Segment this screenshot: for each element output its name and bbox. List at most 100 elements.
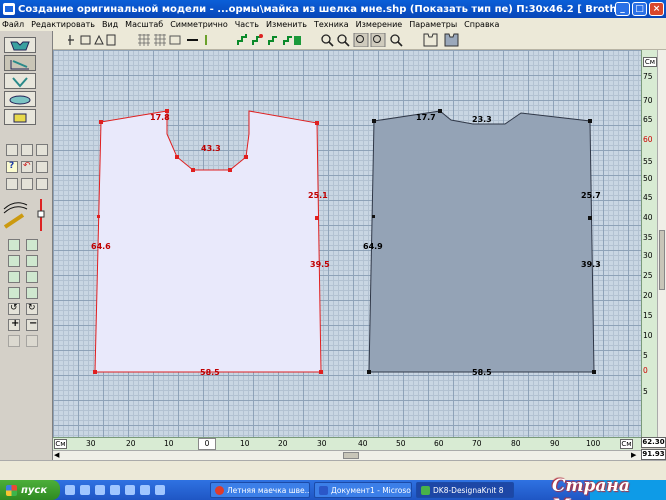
menu-file[interactable]: Файл — [2, 20, 24, 29]
horizontal-ruler[interactable]: См 30 20 10 0 10 20 30 40 50 60 70 80 90… — [53, 437, 641, 450]
shaping-icon — [10, 60, 29, 70]
start-button[interactable]: пуск — [0, 480, 60, 500]
quick-launch-icon[interactable] — [95, 485, 105, 495]
rotate-right-button[interactable]: ↻ — [26, 303, 38, 315]
menu-part[interactable]: Часть — [235, 20, 259, 29]
quick-launch-icon[interactable] — [155, 485, 165, 495]
contract-button[interactable] — [26, 287, 38, 299]
hruler-tick-30: 30 — [86, 439, 96, 448]
help-button[interactable]: ? — [6, 161, 18, 173]
menu-help[interactable]: Справка — [464, 20, 499, 29]
back-piece[interactable] — [368, 110, 595, 373]
tension-icon — [13, 113, 27, 123]
opera-icon — [215, 485, 224, 495]
flip-horizontal-button[interactable] — [26, 255, 38, 267]
redo-button[interactable] — [36, 161, 48, 173]
shaping-tools-icon[interactable] — [236, 33, 302, 47]
quick-launch-icon[interactable] — [110, 485, 120, 495]
back-armhole-label: 25.7 — [581, 191, 601, 200]
rotate-left-button[interactable]: ↺ — [8, 303, 20, 315]
task-designaknit[interactable]: DK8-DesignaKnit 8 — [416, 482, 514, 498]
selection-tools-icon[interactable] — [67, 33, 117, 47]
minimize-button[interactable]: _ — [615, 2, 630, 16]
tension-button[interactable] — [4, 109, 36, 125]
designaknit-icon — [421, 485, 430, 495]
menu-bar: Файл Редактировать Вид Масштаб Симметрич… — [0, 18, 666, 31]
menu-parameters[interactable]: Параметры — [409, 20, 457, 29]
vruler-tick-45: 45 — [643, 193, 653, 202]
front-shoulder-label: 17.8 — [150, 113, 170, 122]
line-tools-icon[interactable] — [186, 33, 216, 47]
save-button[interactable] — [21, 144, 33, 156]
menu-view[interactable]: Вид — [102, 20, 118, 29]
garment-shape-button[interactable] — [4, 37, 36, 53]
front-right-side-label: 39.5 — [310, 260, 330, 269]
vruler-tick-0: 0 — [643, 366, 648, 375]
vruler-tick-neg5: 5 — [643, 387, 648, 396]
menu-technique[interactable]: Техника — [314, 20, 349, 29]
task-word-label: Документ1 - Microso... — [331, 485, 412, 495]
quick-launch-icon[interactable] — [65, 485, 75, 495]
menu-symmetric[interactable]: Симметрично — [170, 20, 228, 29]
paste-button[interactable] — [36, 178, 48, 190]
task-browser[interactable]: Летняя маечка шве... — [210, 482, 310, 498]
expand-button[interactable] — [8, 287, 20, 299]
vruler-tick-30: 30 — [643, 251, 653, 260]
vertical-unit-label: См — [643, 57, 657, 67]
mirror-left-button[interactable] — [8, 239, 20, 251]
horizontal-unit-label-left: См — [54, 439, 67, 449]
vertical-ruler[interactable]: См 75 70 65 60 55 50 45 40 35 30 25 20 1… — [641, 50, 657, 437]
vruler-tick-55: 55 — [643, 157, 653, 166]
add-point-button[interactable]: + — [8, 318, 20, 331]
curve-tools-icon[interactable] — [3, 197, 49, 233]
remove-point-button[interactable]: − — [26, 318, 38, 331]
print-button[interactable] — [36, 144, 48, 156]
vertical-scrollbar[interactable] — [657, 50, 666, 437]
front-armhole-label: 25.1 — [308, 191, 328, 200]
scroll-left-icon[interactable]: ◀ — [54, 451, 59, 459]
maximize-button[interactable]: □ — [632, 2, 647, 16]
hruler-tick-20b: 20 — [278, 439, 288, 448]
move-down-button[interactable] — [8, 271, 20, 283]
flip-vertical-button[interactable] — [8, 255, 20, 267]
shaping-button[interactable] — [4, 55, 36, 71]
front-left-side-label: 64.6 — [91, 242, 111, 251]
menu-scale[interactable]: Масштаб — [125, 20, 163, 29]
mirror-right-button[interactable] — [26, 239, 38, 251]
horizontal-scrollbar[interactable]: ◀ ▶ — [53, 450, 641, 460]
cut-button[interactable] — [6, 178, 18, 190]
close-button[interactable]: × — [649, 2, 664, 16]
menu-edit[interactable]: Редактировать — [31, 20, 95, 29]
new-button[interactable] — [6, 144, 18, 156]
hruler-tick-90: 90 — [550, 439, 560, 448]
hruler-tick-50: 50 — [396, 439, 406, 448]
previous-button[interactable] — [8, 335, 20, 347]
back-bottom-label: 58.5 — [472, 368, 492, 377]
next-button[interactable] — [26, 335, 38, 347]
undo-button[interactable]: ↶ — [21, 161, 33, 173]
move-down-right-button[interactable] — [26, 271, 38, 283]
quick-launch-icon[interactable] — [125, 485, 135, 495]
quick-launch-icon[interactable] — [80, 485, 90, 495]
quick-launch-icon[interactable] — [140, 485, 150, 495]
hruler-tick-20: 20 — [126, 439, 136, 448]
menu-modify[interactable]: Изменить — [266, 20, 307, 29]
windows-flag-icon — [6, 484, 17, 496]
copy-button[interactable] — [21, 178, 33, 190]
task-word[interactable]: Документ1 - Microso... — [314, 482, 412, 498]
garment-view-icon[interactable] — [423, 33, 463, 47]
drawing-canvas[interactable]: 17.8 43.3 25.1 64.6 39.5 58.5 17.7 23.3 … — [53, 50, 641, 437]
back-neck-label: 23.3 — [472, 115, 492, 124]
vruler-tick-50: 50 — [643, 174, 653, 183]
scroll-right-icon[interactable]: ▶ — [631, 451, 636, 459]
style-icon — [12, 77, 28, 88]
menu-measure[interactable]: Измерение — [356, 20, 403, 29]
back-left-side-label: 64.9 — [363, 242, 383, 251]
vertical-scroll-thumb[interactable] — [659, 230, 665, 290]
style-button[interactable] — [4, 73, 36, 89]
horizontal-scroll-thumb[interactable] — [343, 452, 359, 459]
grid-tools-icon[interactable] — [137, 33, 181, 47]
pattern-button[interactable] — [4, 91, 36, 107]
vruler-tick-70: 70 — [643, 96, 653, 105]
zoom-tools-icon[interactable] — [320, 33, 404, 47]
